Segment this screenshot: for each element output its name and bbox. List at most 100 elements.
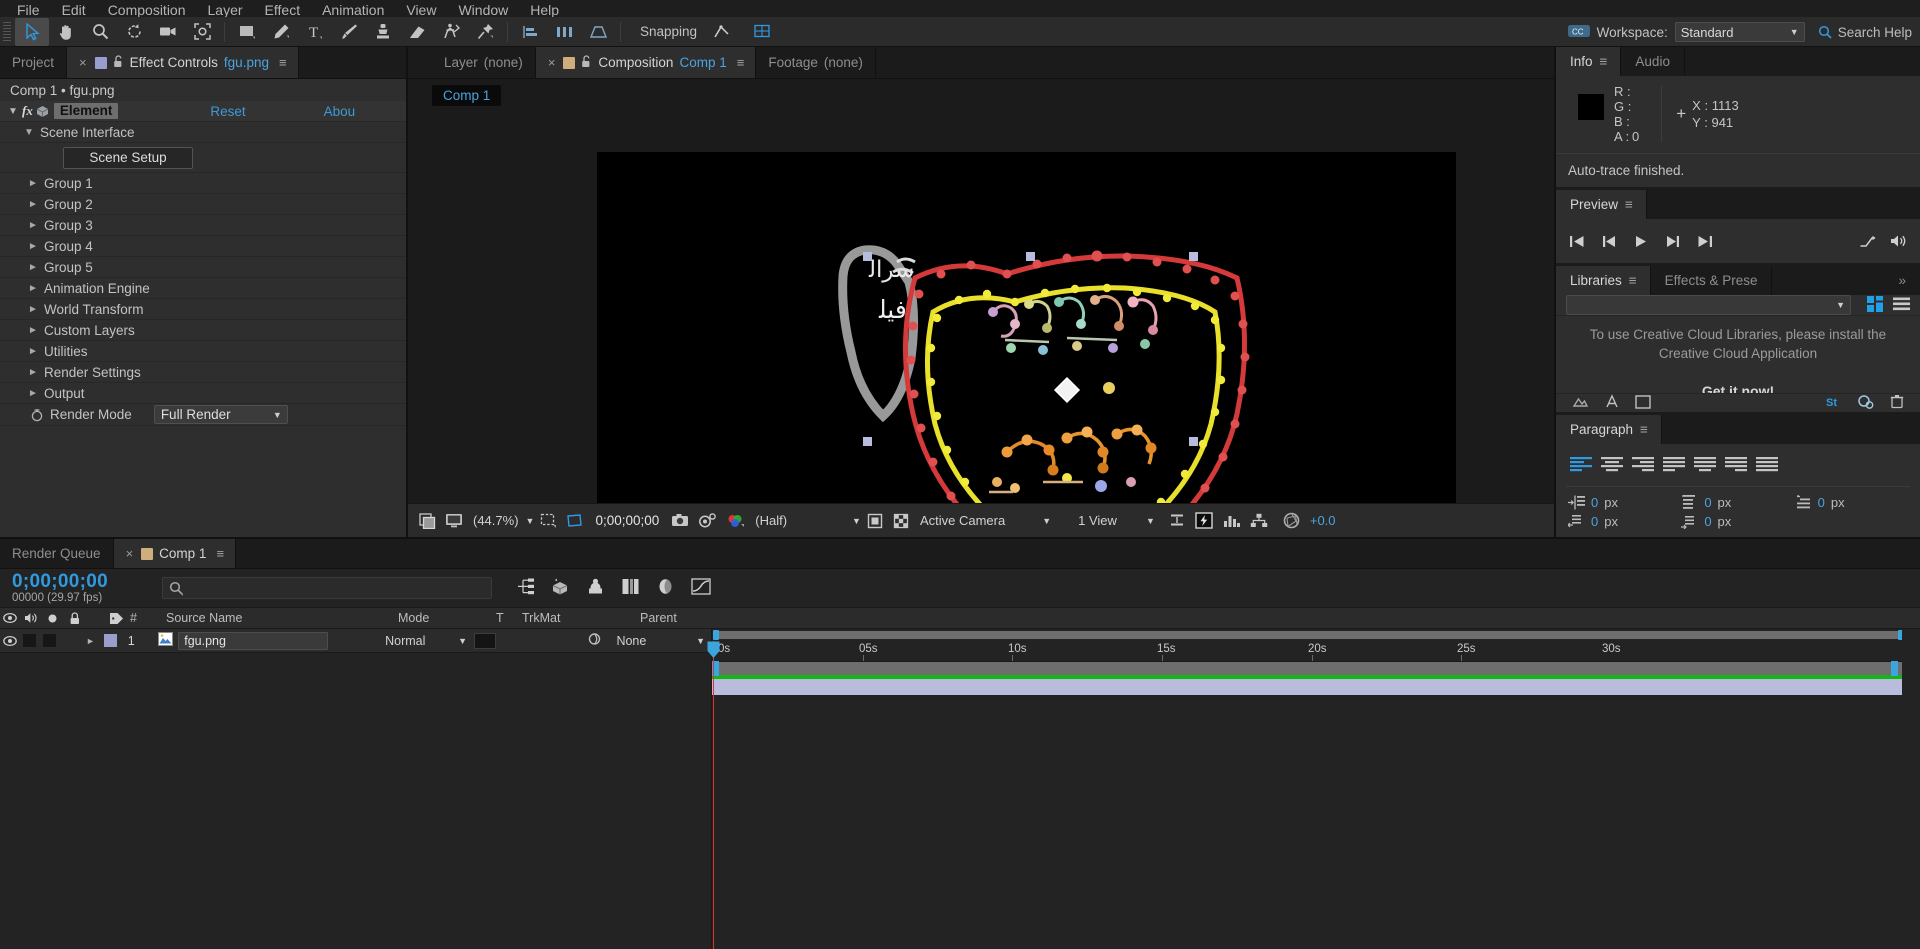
tab-layer[interactable]: Layer (none): [432, 47, 536, 78]
last-frame-button[interactable]: [1696, 233, 1714, 249]
distribute-button[interactable]: [547, 18, 581, 46]
camera-value[interactable]: Active Camera: [916, 513, 1009, 528]
views-value[interactable]: 1 View: [1074, 513, 1121, 528]
space-before-field[interactable]: 0 px: [1568, 514, 1681, 529]
zoom-tool-button[interactable]: [83, 18, 117, 46]
property-group-output[interactable]: ► Output: [0, 383, 406, 404]
add-text-button[interactable]: [1605, 394, 1619, 412]
hand-tool-button[interactable]: [49, 18, 83, 46]
layer-source-cell[interactable]: fgu.png: [158, 631, 379, 650]
choose-grid-guides-button[interactable]: [537, 509, 560, 533]
indent-first-line-field[interactable]: 0 px: [1795, 495, 1908, 510]
column-header-mode[interactable]: Mode: [398, 611, 496, 625]
property-group-group-2[interactable]: ► Group 2: [0, 194, 406, 215]
chevron-down-icon[interactable]: ▼: [526, 516, 535, 526]
comp-flowchart-button[interactable]: [1247, 509, 1271, 533]
disclosure-triangle-closed-icon[interactable]: ►: [28, 199, 41, 210]
panel-menu-icon[interactable]: ≡: [1625, 197, 1633, 212]
effect-header-element[interactable]: ▼ fx Element Reset Abou: [0, 101, 406, 122]
orbit-camera-tool-button[interactable]: [117, 18, 151, 46]
search-library-button[interactable]: [1857, 394, 1874, 412]
indent-left-field[interactable]: 0 px: [1568, 495, 1681, 510]
layer-name-field[interactable]: fgu.png: [178, 631, 329, 650]
fx-icon[interactable]: fx: [22, 103, 33, 119]
always-preview-button[interactable]: [416, 509, 439, 533]
library-select[interactable]: ▼: [1566, 295, 1851, 315]
effect-about-link[interactable]: Abou: [324, 104, 356, 119]
tab-info[interactable]: Info ≡: [1556, 47, 1622, 76]
close-icon[interactable]: ×: [548, 55, 556, 70]
eraser-tool-button[interactable]: [400, 18, 434, 46]
tab-composition[interactable]: × Composition Comp 1 ≡: [535, 47, 757, 78]
panel-overflow-button[interactable]: »: [1884, 266, 1920, 295]
tab-effects-presets[interactable]: Effects & Prese: [1650, 266, 1773, 295]
composition-mini-flowchart-button[interactable]: [516, 578, 535, 598]
disclosure-triangle-open-icon[interactable]: ▼: [8, 106, 21, 117]
tab-project[interactable]: Project: [0, 47, 68, 78]
panel-menu-icon[interactable]: ≡: [279, 55, 287, 70]
close-icon[interactable]: ×: [79, 55, 87, 70]
column-header-t[interactable]: T: [496, 611, 522, 625]
menu-item-file[interactable]: File: [6, 3, 51, 17]
grid-view-button[interactable]: [1867, 295, 1883, 315]
column-header-parent[interactable]: Parent: [640, 611, 740, 625]
disclosure-triangle-closed-icon[interactable]: ►: [28, 304, 41, 315]
panel-menu-icon[interactable]: ≡: [1640, 422, 1648, 437]
take-snapshot-button[interactable]: [668, 509, 692, 533]
viewer-canvas-area[interactable]: ﺳﺮﺍﻟ ﻓﻴﻠ: [408, 111, 1554, 503]
roto-brush-tool-button[interactable]: [434, 18, 468, 46]
motion-blur-button[interactable]: [656, 578, 675, 598]
draft-3d-button[interactable]: [551, 578, 570, 598]
align-left-button[interactable]: [513, 18, 547, 46]
previous-frame-button[interactable]: [1600, 233, 1618, 249]
add-color-button[interactable]: [1635, 394, 1651, 412]
frame-blending-button[interactable]: [621, 578, 640, 598]
layer-audio-toggle[interactable]: [19, 634, 40, 647]
menu-item-help[interactable]: Help: [519, 3, 570, 17]
type-tool-button[interactable]: T: [298, 18, 332, 46]
panel-menu-icon[interactable]: ≡: [1600, 54, 1608, 69]
show-channel-button[interactable]: [723, 509, 748, 533]
property-group-render-settings[interactable]: ► Render Settings: [0, 362, 406, 383]
shape-tool-button[interactable]: [230, 18, 264, 46]
render-mode-select[interactable]: Full Render ▼: [153, 405, 288, 424]
toggle-mask-visibility-button[interactable]: [890, 509, 913, 533]
disclosure-triangle-closed-icon[interactable]: ►: [28, 346, 41, 357]
dolly-camera-tool-button[interactable]: [185, 18, 219, 46]
puppet-pin-tool-button[interactable]: [468, 18, 502, 46]
pan-behind-camera-tool-button[interactable]: [151, 18, 185, 46]
property-group-custom-layers[interactable]: ► Custom Layers: [0, 320, 406, 341]
next-frame-button[interactable]: [1664, 233, 1682, 249]
monitor-preview-button[interactable]: [442, 509, 466, 533]
play-pause-button[interactable]: [1632, 233, 1650, 249]
timeline-track-area[interactable]: 0s 05s 10s 15s 20s 25s 30s: [707, 629, 1920, 949]
menu-item-animation[interactable]: Animation: [311, 3, 395, 17]
layer-trkmat-select[interactable]: [498, 632, 611, 649]
sync-status-button[interactable]: St: [1825, 395, 1841, 412]
layer-mode-select[interactable]: Normal ▼: [379, 634, 473, 648]
align-right-button[interactable]: [1632, 456, 1654, 476]
property-group-group-1[interactable]: ► Group 1: [0, 173, 406, 194]
tab-libraries[interactable]: Libraries ≡: [1556, 266, 1651, 295]
viewer-timecode[interactable]: 0;00;00;00: [589, 513, 665, 528]
menu-item-composition[interactable]: Composition: [97, 3, 197, 17]
timeline-ruler[interactable]: 0s 05s 10s 15s 20s 25s 30s: [712, 641, 1920, 661]
property-group-scene-interface[interactable]: ▼ Scene Interface: [0, 122, 406, 143]
timeline-search-input[interactable]: [162, 577, 492, 599]
composition-canvas[interactable]: ﺳﺮﺍﻟ ﻓﻴﻠ: [597, 152, 1456, 503]
scene-setup-button[interactable]: Scene Setup: [63, 146, 193, 169]
delete-library-button[interactable]: [1890, 394, 1904, 412]
menu-item-edit[interactable]: Edit: [51, 3, 97, 17]
justify-last-center-button[interactable]: [1694, 456, 1716, 476]
menu-item-view[interactable]: View: [395, 3, 447, 17]
list-view-button[interactable]: [1893, 297, 1910, 314]
pen-tool-button[interactable]: [264, 18, 298, 46]
disclosure-triangle-closed-icon[interactable]: ►: [28, 262, 41, 273]
fast-previews-button[interactable]: [1192, 509, 1217, 533]
disclosure-triangle-closed-icon[interactable]: ►: [28, 178, 41, 189]
chevron-down-icon[interactable]: ▼: [852, 516, 861, 526]
resolution-value[interactable]: (Half): [751, 513, 791, 528]
timeline-work-area[interactable]: [712, 661, 1920, 676]
first-frame-button[interactable]: [1568, 233, 1586, 249]
layer-expand-triangle[interactable]: ►: [84, 636, 97, 646]
